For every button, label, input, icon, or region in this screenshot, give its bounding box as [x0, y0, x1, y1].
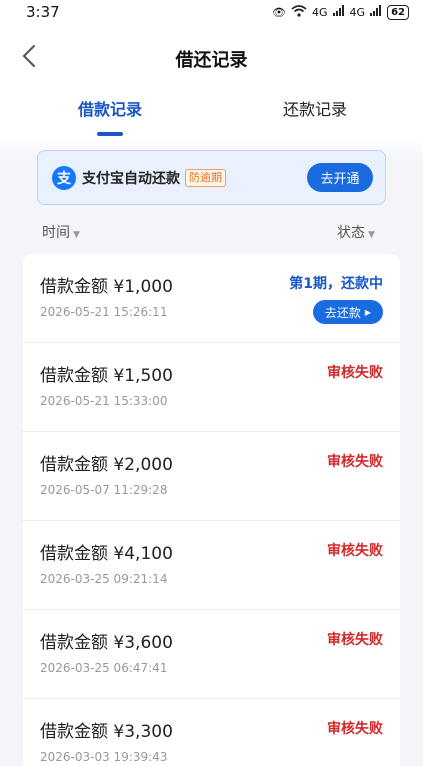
eye-icon: 👁 — [272, 5, 287, 19]
tab-indicator — [97, 132, 123, 136]
loan-status: 第1期，还款中 — [289, 276, 383, 292]
loan-status: 审核失败 — [327, 454, 383, 470]
loan-record-item[interactable]: 借款金额 ¥2,000 2026-05-07 11:29:28 审核失败 — [23, 432, 400, 521]
repay-button-label: 去还款 — [324, 305, 361, 320]
wifi-icon — [291, 4, 307, 20]
enable-autopay-button[interactable]: 去开通 — [307, 163, 373, 192]
loan-status: 审核失败 — [327, 721, 383, 737]
loan-time: 2026-03-03 19:39:43 — [40, 750, 168, 764]
loan-time: 2026-03-25 09:21:14 — [40, 572, 168, 586]
signal-label-2: 4G — [349, 5, 366, 19]
loan-record-item[interactable]: 借款金额 ¥1,500 2026-05-21 15:33:00 审核失败 — [23, 343, 400, 432]
overdue-badge: 防逾期 — [185, 168, 226, 187]
banner-text: 支付宝自动还款 — [82, 170, 180, 187]
repay-button[interactable]: 去还款 ▶ — [313, 300, 383, 324]
loan-record-item[interactable]: 借款金额 ¥3,600 2026-03-25 06:47:41 审核失败 — [23, 610, 400, 699]
loan-amount: 借款金额 ¥1,500 — [40, 366, 173, 386]
loan-record-item[interactable]: 借款金额 ¥3,300 2026-03-03 19:39:43 审核失败 — [23, 699, 400, 766]
loan-record-list: 借款金额 ¥1,000 2026-05-21 15:26:11 第1期，还款中 … — [23, 254, 400, 766]
signal-label-1: 4G — [312, 5, 328, 19]
tab-bar: 借款记录 还款记录 — [0, 92, 423, 140]
caret-down-icon: ▼ — [368, 230, 375, 240]
signal-icon-2 — [370, 5, 382, 19]
loan-time: 2026-05-07 11:29:28 — [40, 483, 168, 497]
page-title: 借还记录 — [175, 50, 248, 71]
tab-repay-records[interactable]: 还款记录 — [283, 96, 347, 120]
loan-time: 2026-05-21 15:26:11 — [40, 305, 168, 319]
loan-status: 审核失败 — [327, 365, 383, 381]
sort-time[interactable]: 时间 ▼ — [42, 222, 80, 242]
status-icons: 👁 4G 4G 62 — [272, 4, 409, 20]
loan-time: 2026-03-25 06:47:41 — [40, 661, 168, 675]
sort-status[interactable]: 状态 ▼ — [337, 222, 375, 242]
loan-record-item[interactable]: 借款金额 ¥1,000 2026-05-21 15:26:11 第1期，还款中 … — [23, 254, 400, 343]
tab-loan-records[interactable]: 借款记录 — [78, 96, 142, 120]
sort-status-label: 状态 — [337, 225, 365, 241]
nav-bar: 借还记录 — [0, 38, 423, 78]
play-arrow-icon: ▶ — [364, 307, 372, 317]
signal-icon-1 — [332, 5, 345, 19]
loan-amount: 借款金额 ¥4,100 — [40, 544, 173, 564]
loan-amount: 借款金额 ¥3,300 — [40, 722, 173, 742]
caret-down-icon: ▼ — [73, 230, 80, 240]
loan-record-item[interactable]: 借款金额 ¥4,100 2026-03-25 09:21:14 审核失败 — [23, 521, 400, 610]
loan-status: 审核失败 — [327, 543, 383, 559]
alipay-icon: 支 — [52, 165, 76, 190]
loan-time: 2026-05-21 15:33:00 — [40, 394, 168, 408]
loan-amount: 借款金额 ¥3,600 — [40, 633, 173, 653]
status-time: 3:37 — [26, 3, 60, 21]
battery-icon: 62 — [387, 4, 409, 20]
alipay-autopay-banner: 支 支付宝自动还款 防逾期 去开通 — [37, 150, 386, 205]
loan-amount: 借款金额 ¥1,000 — [40, 277, 173, 297]
sort-bar: 时间 ▼ 状态 ▼ — [0, 220, 423, 244]
sort-time-label: 时间 — [42, 225, 70, 241]
status-bar: 3:37 👁 4G 4G 62 — [0, 0, 423, 24]
loan-amount: 借款金额 ¥2,000 — [40, 455, 173, 475]
loan-status: 审核失败 — [327, 632, 383, 648]
